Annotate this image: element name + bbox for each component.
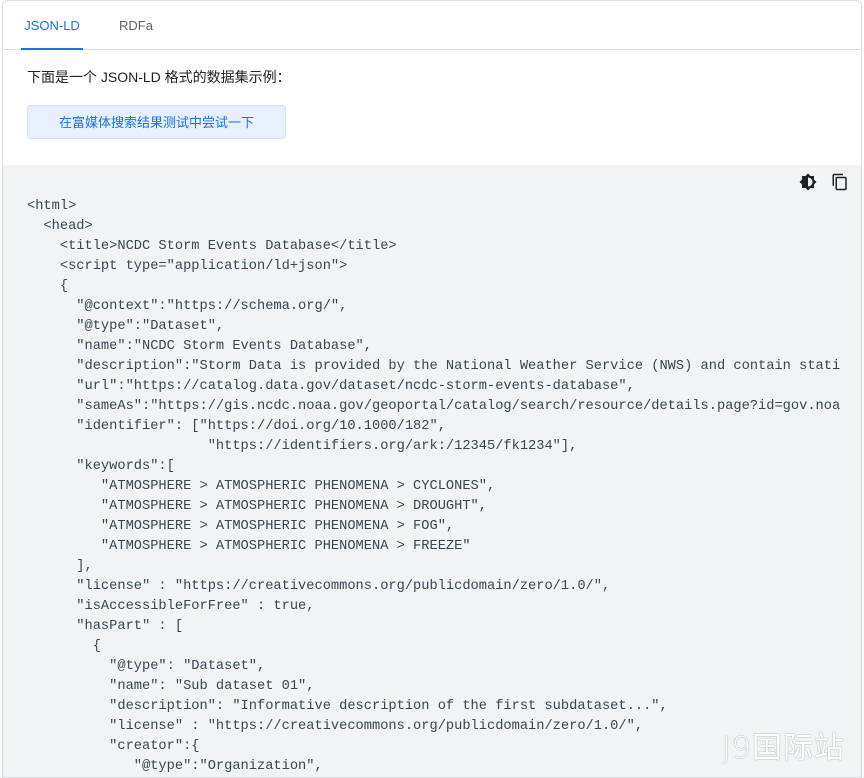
code-panel: <html> <head> <title>NCDC Storm Events D… <box>3 165 861 777</box>
format-tabs: JSON-LD RDFa <box>3 1 861 50</box>
code-sample-card: JSON-LD RDFa 下面是一个 JSON-LD 格式的数据集示例： 在富媒… <box>2 0 862 778</box>
code-line: { <box>27 639 101 654</box>
theme-toggle-button[interactable] <box>797 171 819 193</box>
code-line: "@type":"Organization", <box>27 759 323 774</box>
code-line: "@type": "Dataset", <box>27 659 266 674</box>
code-line: "license" : "https://creativecommons.org… <box>27 719 644 734</box>
code-line: "license" : "https://creativecommons.org… <box>27 579 611 594</box>
intro-text: 下面是一个 JSON-LD 格式的数据集示例： <box>27 69 291 85</box>
brightness-icon <box>799 173 817 191</box>
code-line: "description":"Storm Data is provided by… <box>27 359 841 374</box>
code-line: { <box>27 279 69 294</box>
code-line: "ATMOSPHERE > ATMOSPHERIC PHENOMENA > FO… <box>27 519 455 534</box>
code-line: "isAccessibleForFree" : true, <box>27 599 315 614</box>
tab-rdfa[interactable]: RDFa <box>101 1 171 49</box>
code-line: <title>NCDC Storm Events Database</title… <box>27 239 397 254</box>
code-line: "identifier": ["https://doi.org/10.1000/… <box>27 419 446 434</box>
code-line: "https://identifiers.org/ark:/12345/fk12… <box>27 439 578 454</box>
code-line: "ATMOSPHERE > ATMOSPHERIC PHENOMENA > CY… <box>27 479 496 494</box>
code-line: "url":"https://catalog.data.gov/dataset/… <box>27 379 635 394</box>
code-line: "creator":{ <box>27 739 200 754</box>
copy-icon <box>832 173 847 191</box>
code-line: "name":"NCDC Storm Events Database", <box>27 339 372 354</box>
code-line: "name": "Sub dataset 01", <box>27 679 315 694</box>
code-line: "hasPart" : [ <box>27 619 184 634</box>
code-line: ], <box>27 559 93 574</box>
watermark: J9国际站 <box>722 731 845 766</box>
code-toolbar <box>797 171 851 195</box>
code-line: "sameAs":"https://gis.ncdc.noaa.gov/geop… <box>27 399 841 414</box>
code-line: "@type":"Dataset", <box>27 319 225 334</box>
code-line: "ATMOSPHERE > ATMOSPHERIC PHENOMENA > FR… <box>27 539 471 554</box>
code-line: "ATMOSPHERE > ATMOSPHERIC PHENOMENA > DR… <box>27 499 487 514</box>
copy-code-button[interactable] <box>829 171 851 193</box>
tab-json-ld-label: JSON-LD <box>24 18 80 33</box>
tab-json-ld[interactable]: JSON-LD <box>3 1 101 50</box>
code-line: <head> <box>27 219 93 234</box>
code-line: "@context":"https://schema.org/", <box>27 299 348 314</box>
code-line: <html> <box>27 199 77 214</box>
code-line: "keywords":[ <box>27 459 175 474</box>
active-tab-indicator <box>21 48 83 50</box>
code-line: <script type="application/ld+json"> <box>27 259 348 274</box>
code-block[interactable]: <html> <head> <title>NCDC Storm Events D… <box>27 197 840 777</box>
code-line: "description": "Informative description … <box>27 699 668 714</box>
tab-rdfa-label: RDFa <box>119 18 153 33</box>
try-rich-results-button[interactable]: 在富媒体搜索结果测试中尝试一下 <box>27 105 286 139</box>
